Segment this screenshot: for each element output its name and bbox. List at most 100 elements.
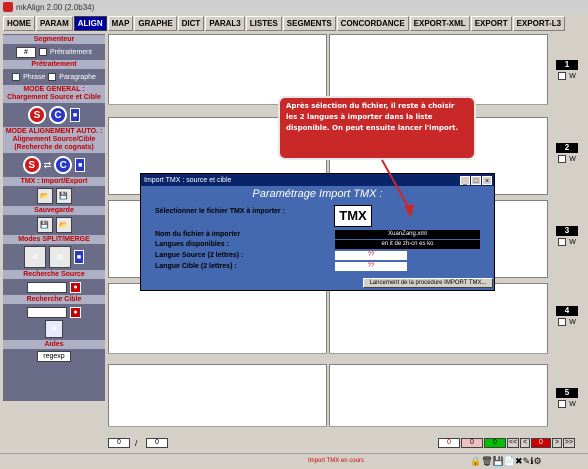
pane-3-w-label: W bbox=[569, 238, 576, 246]
split-merge-extra-button[interactable]: ■ bbox=[74, 250, 84, 264]
cible-pane-5[interactable] bbox=[329, 364, 548, 434]
toolbar-icons[interactable]: 🔒🗑💾📄✖✎ℹ⚙ bbox=[470, 456, 542, 467]
load-cible-button[interactable]: C bbox=[49, 106, 67, 124]
tab-home[interactable]: HOME bbox=[3, 16, 35, 31]
mode-general-extra-button[interactable]: ■ bbox=[70, 108, 80, 122]
segment-sep: / bbox=[135, 439, 138, 448]
mode-auto-heading: MODE ALIGNEMENT AUTO. : Alignement Sourc… bbox=[3, 127, 105, 153]
tmx-import-icon[interactable]: 📂 bbox=[36, 188, 53, 204]
tab-map[interactable]: MAP bbox=[107, 16, 134, 31]
pane-controls-3: 3 W bbox=[549, 226, 585, 248]
recherche-cible-input[interactable] bbox=[27, 306, 67, 318]
pane-number-1: 1 bbox=[556, 60, 578, 70]
merge-icon[interactable]: ▤ bbox=[49, 246, 71, 268]
nav-first-button[interactable]: << bbox=[507, 438, 519, 448]
nav-current[interactable]: 0 bbox=[531, 438, 551, 448]
align-extra-button[interactable]: ■ bbox=[75, 158, 86, 172]
source-pane-4[interactable] bbox=[108, 283, 327, 361]
recherche-source-clear-button[interactable]: ● bbox=[70, 281, 81, 293]
phrase-checkbox[interactable] bbox=[12, 73, 21, 81]
cible-pane-4[interactable] bbox=[329, 283, 548, 361]
count-green: 0 bbox=[484, 438, 506, 448]
recherche-cible-heading: Recherche Cible bbox=[3, 295, 105, 304]
filename-field[interactable]: XuanZang.xml bbox=[335, 230, 480, 239]
tab-paral3[interactable]: PARAL3 bbox=[205, 16, 245, 31]
pane-5-checkbox[interactable] bbox=[558, 400, 567, 408]
tab-export-l3[interactable]: EXPORT-L3 bbox=[512, 16, 566, 31]
pane-1-checkbox[interactable] bbox=[558, 72, 567, 80]
nav-prev-button[interactable]: < bbox=[520, 438, 530, 448]
launch-import-button[interactable]: Lancement de la procédure IMPORT TMX... bbox=[363, 278, 493, 288]
cible-hscroll-5[interactable] bbox=[329, 426, 548, 434]
tab-align[interactable]: ALIGN bbox=[73, 16, 107, 31]
recherche-source-heading: Recherche Source bbox=[3, 270, 105, 279]
load-source-button[interactable]: S bbox=[28, 106, 46, 124]
align-arrow-icon: ⇄ bbox=[43, 159, 52, 170]
tab-export-xml[interactable]: EXPORT-XML bbox=[409, 16, 470, 31]
segmenteur-heading: Segmenteur bbox=[3, 35, 105, 44]
source-hscroll-5[interactable] bbox=[108, 426, 327, 434]
tmx-export-icon[interactable]: 💾 bbox=[55, 188, 72, 204]
pane-number-5: 5 bbox=[556, 388, 578, 398]
tab-concordance[interactable]: CONCORDANCE bbox=[336, 16, 409, 31]
tgt-lang-input[interactable]: ?? bbox=[335, 262, 407, 271]
count-red: 0 bbox=[438, 438, 460, 448]
phrase-label: Phrase bbox=[23, 73, 46, 81]
window-title: mkAlign 2.00 (2.0b34) bbox=[16, 2, 95, 12]
pretraitement-checkbox[interactable] bbox=[38, 48, 47, 56]
recherche-cible-clear-button[interactable]: ● bbox=[70, 306, 81, 318]
maximize-icon[interactable]: □ bbox=[471, 175, 481, 185]
tab-export[interactable]: EXPORT bbox=[470, 16, 512, 31]
pane-number-4: 4 bbox=[556, 306, 578, 316]
tab-listes[interactable]: LISTES bbox=[245, 16, 282, 31]
tab-segments[interactable]: SEGMENTS bbox=[282, 16, 336, 31]
mode-general-heading: MODE GENERAL : Chargement Source et Cibl… bbox=[3, 85, 105, 103]
src-lang-label: Langue Source (2 lettres) : bbox=[155, 252, 244, 259]
pretraitement-label: Prétraitement bbox=[49, 48, 93, 56]
search-run-icon[interactable]: ❖ bbox=[45, 320, 63, 338]
aides-heading: Aides bbox=[3, 340, 105, 349]
nav-next-button[interactable]: > bbox=[552, 438, 562, 448]
window-title-bar: mkAlign 2.00 (2.0b34) bbox=[0, 0, 588, 14]
dialog-title: Import TMX : source et cible bbox=[144, 176, 232, 184]
dialog-title-bar: Import TMX : source et cible _ □ × bbox=[141, 174, 494, 186]
pane-1-w-label: W bbox=[569, 72, 576, 80]
src-lang-input[interactable]: ?? bbox=[335, 251, 407, 260]
app-icon bbox=[3, 2, 13, 12]
callout-arrow bbox=[381, 159, 414, 218]
source-hscroll-4[interactable] bbox=[108, 353, 327, 361]
regexp-button[interactable]: regexp bbox=[37, 351, 71, 362]
tmx-file-icon[interactable]: TMX bbox=[334, 205, 372, 227]
tab-dict[interactable]: DICT bbox=[177, 16, 205, 31]
pane-4-w-label: W bbox=[569, 318, 576, 326]
dialog-heading: Paramétrage Import TMX : bbox=[252, 188, 383, 200]
import-tmx-dialog: Import TMX : source et cible _ □ × Param… bbox=[140, 173, 495, 291]
sidebar: Segmenteur # Prétraitement Prétraitement… bbox=[3, 34, 105, 401]
cible-hscroll-4[interactable] bbox=[329, 353, 548, 361]
nav-last-button[interactable]: >> bbox=[563, 438, 575, 448]
langs-field: en it de zh-cn es ko bbox=[335, 240, 480, 249]
help-callout: Après sélection du fichier, il reste à c… bbox=[278, 96, 476, 160]
save-icon[interactable]: 💾 bbox=[36, 217, 53, 233]
segment-index[interactable]: 0 bbox=[108, 438, 130, 448]
pane-controls-2: 2 W bbox=[549, 143, 585, 165]
minimize-icon[interactable]: _ bbox=[460, 175, 470, 185]
pane-3-checkbox[interactable] bbox=[558, 238, 567, 246]
load-save-icon[interactable]: 📂 bbox=[55, 217, 72, 233]
segmenteur-input[interactable]: # bbox=[15, 46, 36, 58]
pane-2-checkbox[interactable] bbox=[558, 155, 567, 163]
align-source-button[interactable]: S bbox=[22, 156, 41, 174]
tab-param[interactable]: PARAM bbox=[36, 16, 73, 31]
source-pane-5[interactable] bbox=[108, 364, 327, 434]
split-icon[interactable]: ⚙ bbox=[24, 246, 46, 268]
segment-total: 0 bbox=[146, 438, 168, 448]
tab-graphe[interactable]: GRAPHE bbox=[134, 16, 177, 31]
recherche-source-input[interactable] bbox=[27, 281, 67, 293]
status-bar: 0 / 0 0 0 0 << < 0 > >> bbox=[0, 436, 588, 450]
align-cible-button[interactable]: C bbox=[54, 156, 73, 174]
close-icon[interactable]: × bbox=[482, 175, 492, 185]
sauvegarde-heading: Sauvegarde bbox=[3, 206, 105, 215]
pane-4-checkbox[interactable] bbox=[558, 318, 567, 326]
pretraitement-heading: Prétraitement bbox=[3, 60, 105, 69]
paragraphe-checkbox[interactable] bbox=[48, 73, 57, 81]
